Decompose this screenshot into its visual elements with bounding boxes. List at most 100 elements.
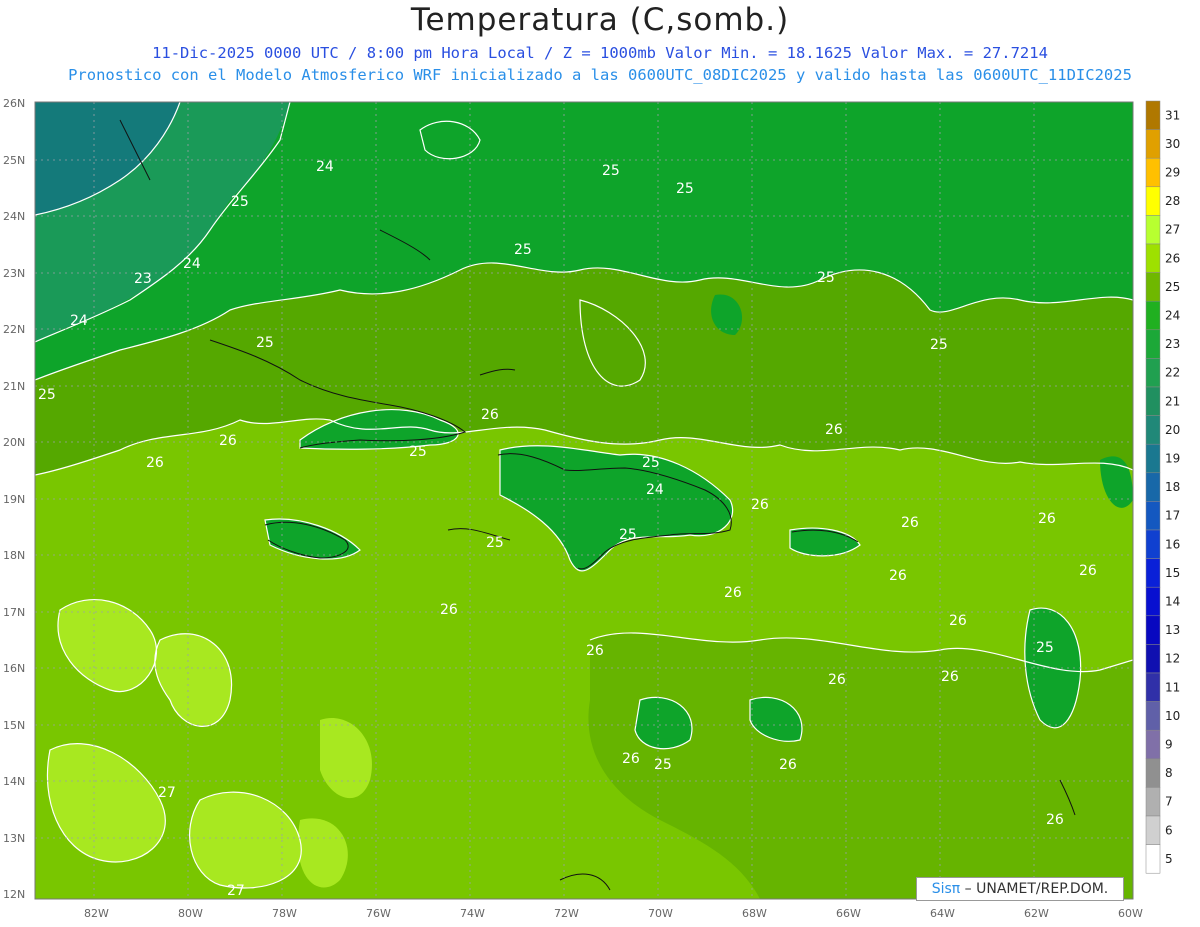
lat-label: 15N — [3, 719, 25, 732]
contour-label: 26 — [901, 515, 919, 531]
colorbar-label: 10 — [1165, 709, 1180, 723]
colorbar-swatch — [1145, 157, 1161, 188]
lon-label: 64W — [930, 907, 955, 920]
contour-label: 26 — [622, 751, 640, 767]
lon-label: 70W — [648, 907, 673, 920]
colorbar-label: 23 — [1165, 337, 1180, 351]
colorbar-label: 24 — [1165, 309, 1180, 323]
colorbar-swatch — [1145, 386, 1161, 416]
colorbar-swatch — [1145, 272, 1161, 302]
lat-label: 18N — [3, 549, 25, 562]
contour-label: 26 — [219, 433, 237, 449]
contour-label: 26 — [941, 669, 959, 685]
lon-label: 66W — [836, 907, 861, 920]
contour-label: 25 — [602, 163, 620, 179]
contour-label: 26 — [724, 585, 742, 601]
contour-label: 27 — [158, 785, 176, 801]
contour-label: 26 — [828, 672, 846, 688]
contour-label: 26 — [825, 422, 843, 438]
color-bar: 31 30 29 28 27 26 25 24 23 22 21 20 19 18 17 16 15 14 13 12… — [1145, 100, 1180, 874]
colorbar-swatch — [1145, 186, 1161, 216]
colorbar-swatch — [1145, 787, 1161, 817]
lon-label: 78W — [272, 907, 297, 920]
credit-text: – UNAMET/REP.DOM. — [960, 881, 1109, 897]
colorbar-swatch — [1145, 758, 1161, 788]
colorbar-swatch — [1145, 100, 1161, 130]
lon-label: 72W — [554, 907, 579, 920]
contour-label: 26 — [481, 407, 499, 423]
latitude-axis: 26N 25N 24N 23N 22N 21N 20N 19N 18N 17N … — [3, 97, 25, 901]
map-canvas: 24 25 25 25 24 23 24 25 25 25 25 25 26 2… — [3, 97, 1180, 920]
colorbar-swatch — [1145, 844, 1161, 874]
lon-label: 60W — [1118, 907, 1143, 920]
contour-label: 26 — [949, 613, 967, 629]
credit-box: Sisπ – UNAMET/REP.DOM. — [916, 877, 1124, 901]
contour-label: 25 — [930, 337, 948, 353]
contour-label: 25 — [1036, 640, 1054, 656]
contour-label: 25 — [486, 535, 504, 551]
colorbar-label: 20 — [1165, 423, 1180, 437]
contour-label: 24 — [70, 313, 88, 329]
contour-label: 26 — [1079, 563, 1097, 579]
colorbar-label: 21 — [1165, 394, 1180, 408]
colorbar-swatch — [1145, 300, 1161, 331]
lon-label: 74W — [460, 907, 485, 920]
colorbar-label: 27 — [1165, 223, 1180, 237]
colorbar-label: 18 — [1165, 480, 1180, 494]
contour-label: 25 — [654, 757, 672, 773]
contour-label: 23 — [134, 271, 152, 287]
contour-label: 24 — [316, 159, 334, 175]
contour-label: 26 — [779, 757, 797, 773]
contour-label: 26 — [146, 455, 164, 471]
lat-label: 21N — [3, 380, 25, 393]
lon-label: 76W — [366, 907, 391, 920]
colorbar-label: 8 — [1165, 766, 1173, 780]
colorbar-swatch — [1145, 415, 1161, 445]
contour-label: 26 — [1046, 812, 1064, 828]
colorbar-swatch — [1145, 243, 1161, 273]
colorbar-swatch — [1145, 358, 1161, 388]
lon-label: 82W — [84, 907, 109, 920]
colorbar-swatch — [1145, 329, 1161, 359]
temperature-field: 24 25 25 25 24 23 24 25 25 25 25 25 26 2… — [35, 102, 1133, 899]
colorbar-swatch — [1145, 729, 1161, 760]
colorbar-swatch — [1145, 529, 1161, 559]
colorbar-swatch — [1145, 586, 1161, 617]
colorbar-swatch — [1145, 815, 1161, 845]
lat-label: 17N — [3, 606, 25, 619]
longitude-axis: 82W 80W 78W 76W 74W 72W 70W 68W 66W 64W … — [84, 907, 1143, 920]
lon-label: 62W — [1024, 907, 1049, 920]
colorbar-label: 22 — [1165, 366, 1180, 380]
contour-label: 25 — [817, 270, 835, 286]
colorbar-label: 16 — [1165, 537, 1180, 551]
colorbar-label: 31 — [1165, 108, 1180, 122]
colorbar-label: 13 — [1165, 623, 1180, 637]
contour-label: 26 — [751, 497, 769, 513]
colorbar-label: 6 — [1165, 823, 1173, 837]
colorbar-label: 7 — [1165, 795, 1173, 809]
lon-label: 80W — [178, 907, 203, 920]
contour-label: 24 — [646, 482, 664, 498]
colorbar-label: 19 — [1165, 452, 1180, 466]
lat-label: 23N — [3, 267, 25, 280]
lat-label: 26N — [3, 97, 25, 110]
colorbar-swatch — [1145, 701, 1161, 731]
colorbar-label: 14 — [1165, 595, 1180, 609]
colorbar-swatch — [1145, 644, 1161, 674]
colorbar-swatch — [1145, 129, 1161, 159]
colorbar-swatch — [1145, 215, 1161, 245]
contour-label: 24 — [183, 256, 201, 272]
colorbar-label: 25 — [1165, 280, 1180, 294]
colorbar-swatch — [1145, 558, 1161, 588]
contour-label: 26 — [889, 568, 907, 584]
colorbar-label: 26 — [1165, 251, 1180, 265]
lat-label: 16N — [3, 662, 25, 675]
lat-label: 25N — [3, 154, 25, 167]
contour-label: 25 — [409, 444, 427, 460]
colorbar-label: 5 — [1165, 852, 1173, 866]
colorbar-swatch — [1145, 501, 1161, 531]
contour-label: 25 — [619, 527, 637, 543]
credit-sis: Sisπ — [931, 881, 961, 897]
contour-label: 25 — [642, 455, 660, 471]
contour-label: 25 — [514, 242, 532, 258]
